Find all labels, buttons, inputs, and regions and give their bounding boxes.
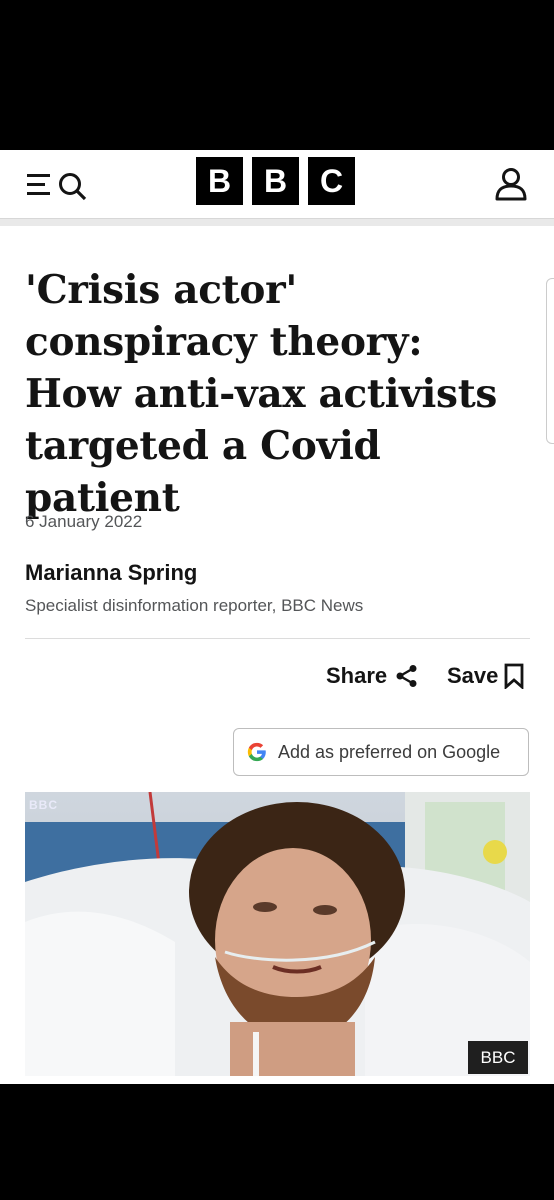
site-header: B B C [0,150,554,218]
author-name: Marianna Spring [25,560,198,585]
share-icon [396,665,417,687]
share-label: Share [326,663,388,688]
menu-icon [27,173,87,201]
google-g-icon [247,742,266,762]
image-watermark: BBC [29,798,58,812]
image-credit-badge: BBC [468,1041,528,1074]
bbc-logo[interactable]: B B C [196,157,355,205]
author-role: Specialist disinformation reporter, BBC … [25,596,364,615]
save-label: Save [447,663,499,688]
bookmark-icon [504,663,524,689]
logo-letter: C [308,157,355,205]
logo-letter: B [196,157,243,205]
logo-letter: B [252,157,299,205]
article-date: 6 January 2022 [25,512,143,531]
byline-divider [25,638,530,639]
article-hero-image[interactable]: BBC BBC [25,792,530,1076]
user-icon [495,168,527,201]
navigation-bar-area [0,1084,554,1200]
add-preferred-google-button[interactable]: Add as preferred on Google [233,728,529,776]
save-button[interactable]: Save [447,663,524,689]
header-divider [0,218,554,226]
status-bar-area [0,0,554,150]
share-button[interactable]: Share [326,663,419,689]
patient-photo [25,792,530,1076]
account-button[interactable] [493,166,529,202]
article-page: B B C 'Crisis actor' conspiracy theory: … [0,150,554,1084]
side-scroll-handle[interactable] [546,278,554,444]
menu-search-button[interactable] [25,169,89,201]
article-headline: 'Crisis actor' conspiracy theory: How an… [25,267,498,521]
google-button-label: Add as preferred on Google [278,741,501,762]
